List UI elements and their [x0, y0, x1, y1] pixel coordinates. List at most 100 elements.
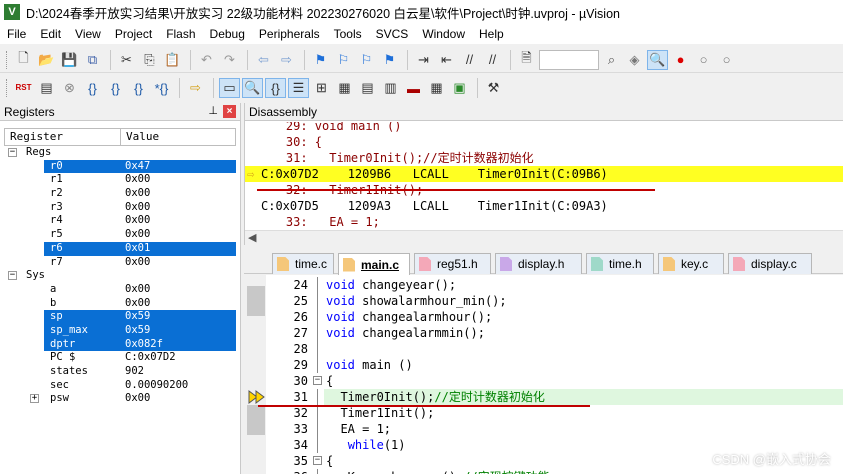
- nav-back-icon[interactable]: ⇦: [253, 50, 274, 70]
- command-window-icon[interactable]: ▭: [219, 78, 240, 98]
- menu-view[interactable]: View: [68, 27, 108, 41]
- undo-icon[interactable]: ↶: [196, 50, 217, 70]
- kill-breakpoints-icon[interactable]: ○: [716, 50, 737, 70]
- menu-project[interactable]: Project: [108, 27, 159, 41]
- editor-tab[interactable]: display.c: [728, 253, 812, 274]
- register-row[interactable]: sp 0x59: [4, 310, 236, 324]
- disassembly-line[interactable]: 33: EA = 1;: [245, 214, 843, 230]
- expand-icon[interactable]: +: [30, 394, 39, 404]
- register-row[interactable]: PC $ C:0x07D2: [4, 351, 236, 365]
- editor-tab[interactable]: main.c: [338, 253, 410, 275]
- paste-icon[interactable]: 📋: [162, 50, 183, 70]
- editor-line[interactable]: 30−{: [266, 373, 843, 389]
- register-row[interactable]: sp_max 0x59: [4, 323, 236, 338]
- editor-tab[interactable]: reg51.h: [414, 253, 491, 274]
- run-icon[interactable]: ▤: [36, 78, 57, 98]
- editor-line[interactable]: 31 Timer0Init();//定时计数器初始化: [266, 389, 843, 405]
- unindent-icon[interactable]: ⇤: [436, 50, 457, 70]
- register-row[interactable]: sec 0.00090200: [4, 379, 236, 393]
- editor-tab[interactable]: key.c: [658, 253, 724, 274]
- comment-icon[interactable]: //: [459, 50, 480, 70]
- find-icon[interactable]: ⌕: [601, 50, 622, 70]
- menu-window[interactable]: Window: [415, 27, 472, 41]
- editor-line[interactable]: 36 Key = keyscan();//实现按键功能: [266, 469, 843, 474]
- disassembly-hscrollbar[interactable]: ◀: [245, 230, 843, 245]
- watch-window-icon[interactable]: ▦: [334, 78, 355, 98]
- nav-forward-icon[interactable]: ⇨: [276, 50, 297, 70]
- editor-line[interactable]: 24 void changeyear();: [266, 277, 843, 293]
- disable-breakpoint-icon[interactable]: ○: [693, 50, 714, 70]
- serial-window-icon[interactable]: ▥: [380, 78, 401, 98]
- disassembly-code[interactable]: 29: void main () 30: { 31: Timer0Init();…: [245, 122, 843, 230]
- register-row[interactable]: r0 0x47: [4, 159, 236, 174]
- disassembly-line[interactable]: C:0x07D5 1209A3 LCALL Timer1Init(C:09A3): [245, 198, 843, 214]
- fold-toggle-icon[interactable]: −: [313, 376, 322, 385]
- collapse-icon[interactable]: −: [8, 271, 17, 281]
- menu-flash[interactable]: Flash: [159, 27, 202, 41]
- toolbox-icon[interactable]: ⚒: [483, 78, 504, 98]
- run-to-cursor-icon[interactable]: *{}: [151, 78, 172, 98]
- reset-cpu-button[interactable]: RST: [13, 78, 34, 98]
- registers-window-icon[interactable]: ☰: [288, 78, 309, 98]
- indent-icon[interactable]: ⇥: [413, 50, 434, 70]
- register-row[interactable]: b 0x00: [4, 297, 236, 311]
- next-bookmark-icon[interactable]: ⚐: [356, 50, 377, 70]
- analysis-window-icon[interactable]: ▬: [403, 78, 424, 98]
- symbols-window-icon[interactable]: {}: [265, 78, 286, 98]
- menu-help[interactable]: Help: [472, 27, 511, 41]
- toolbar-grip[interactable]: [6, 79, 9, 97]
- incremental-find-icon[interactable]: ◈: [624, 50, 645, 70]
- step-into-icon[interactable]: {}: [82, 78, 103, 98]
- disassembly-line[interactable]: ⇨ C:0x07D2 1209B6 LCALL Timer0Init(C:09B6…: [245, 166, 843, 182]
- toolbar-grip[interactable]: [6, 50, 9, 69]
- redo-icon[interactable]: ↷: [219, 50, 240, 70]
- close-icon[interactable]: ×: [223, 105, 236, 118]
- system-viewer-icon[interactable]: ▣: [449, 78, 470, 98]
- register-row[interactable]: r1 0x00: [4, 173, 236, 187]
- trace-window-icon[interactable]: ▦: [426, 78, 447, 98]
- fold-toggle-icon[interactable]: −: [313, 456, 322, 465]
- register-row[interactable]: states 902: [4, 365, 236, 379]
- editor-tab[interactable]: time.h: [586, 253, 654, 274]
- editor-line[interactable]: 26 void changealarmhour();: [266, 309, 843, 325]
- disassembly-line[interactable]: 30: {: [245, 134, 843, 150]
- register-row[interactable]: r6 0x01: [4, 241, 236, 256]
- register-row[interactable]: r3 0x00: [4, 201, 236, 215]
- find-dropdown-icon[interactable]: [539, 49, 599, 70]
- disassembly-window-icon[interactable]: 🔍: [242, 78, 263, 98]
- cut-icon[interactable]: ✂: [116, 50, 137, 70]
- step-over-icon[interactable]: {}: [105, 78, 126, 98]
- scroll-left-icon[interactable]: ◀: [248, 231, 256, 244]
- register-row[interactable]: r2 0x00: [4, 187, 236, 201]
- pin-icon[interactable]: ⊥: [208, 104, 218, 117]
- editor-line[interactable]: 29 void main (): [266, 357, 843, 373]
- memory-window-icon[interactable]: ▤: [357, 78, 378, 98]
- call-stack-icon[interactable]: ⊞: [311, 78, 332, 98]
- copy-icon[interactable]: ⎘: [139, 50, 160, 70]
- register-row[interactable]: a 0x00: [4, 283, 236, 297]
- prev-bookmark-icon[interactable]: ⚐: [333, 50, 354, 70]
- editor-line[interactable]: 27 void changealarmmin();: [266, 325, 843, 341]
- menu-peripherals[interactable]: Peripherals: [252, 27, 327, 41]
- editor-line[interactable]: 25 void showalarmhour_min();: [266, 293, 843, 309]
- register-column-header[interactable]: Register: [5, 129, 121, 145]
- open-file-icon[interactable]: 📂: [36, 50, 57, 70]
- editor-tab[interactable]: time.c: [272, 253, 334, 274]
- editor-tab[interactable]: display.h: [495, 253, 582, 274]
- breakpoint-icon[interactable]: ●: [670, 50, 691, 70]
- register-row[interactable]: + psw 0x00: [4, 392, 236, 406]
- register-group-row[interactable]: − Regs: [4, 146, 236, 160]
- source-editor[interactable]: 24 void changeyear(); 25 void showalarmhour…: [244, 275, 843, 474]
- bookmark-icon[interactable]: ⚑: [310, 50, 331, 70]
- menu-edit[interactable]: Edit: [33, 27, 68, 41]
- register-row[interactable]: r5 0x00: [4, 228, 236, 242]
- editor-line[interactable]: 33 EA = 1;: [266, 421, 843, 437]
- save-icon[interactable]: 💾: [59, 50, 80, 70]
- show-next-statement-icon[interactable]: ⇨: [185, 78, 206, 98]
- menu-tools[interactable]: Tools: [327, 27, 369, 41]
- register-group-row[interactable]: − Sys: [4, 269, 236, 283]
- debug-session-icon[interactable]: 🔍: [647, 49, 668, 70]
- menu-file[interactable]: File: [0, 27, 33, 41]
- uncomment-icon[interactable]: //: [482, 50, 503, 70]
- new-file-icon[interactable]: 🗋: [13, 50, 34, 70]
